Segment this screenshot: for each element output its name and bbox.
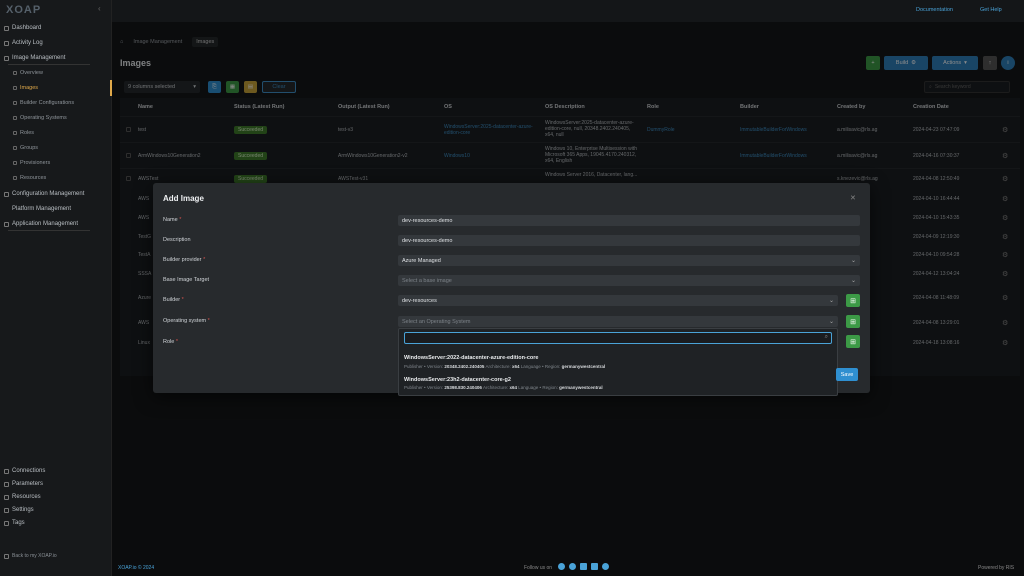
sidebar-subitem-images[interactable]: Images <box>13 82 38 94</box>
sidebar-item-tags[interactable]: Tags <box>4 517 25 529</box>
role-label: Role * <box>163 339 178 345</box>
sidebar-item-image-management[interactable]: Image Management <box>4 52 65 64</box>
chevron-down-icon: ⌄ <box>828 319 834 325</box>
os-option-title[interactable]: WindowsServer:23h2-datacenter-core-g2 <box>404 377 511 383</box>
name-input[interactable]: dev-resources-demo <box>398 215 860 226</box>
sidebar-subitem-overview[interactable]: Overview <box>13 67 43 79</box>
operating-system-select[interactable]: Select an Operating System ⌄ <box>398 316 838 327</box>
linkedin-icon[interactable] <box>580 563 587 570</box>
divider <box>8 230 90 231</box>
close-icon[interactable]: ✕ <box>850 194 856 202</box>
github-icon[interactable] <box>602 563 609 570</box>
sidebar-subitem-provisioners[interactable]: Provisioners <box>13 157 50 169</box>
plus-icon: ⊞ <box>850 297 856 305</box>
description-input[interactable]: dev-resources-demo <box>398 235 860 246</box>
gear-icon <box>4 507 9 513</box>
resources-icon <box>13 176 17 180</box>
modal-title: Add Image <box>163 194 204 203</box>
image-icon <box>4 55 9 61</box>
builder-label: Builder * <box>163 297 184 303</box>
sidebar-subitem-builder-configurations[interactable]: Builder Configurations <box>13 97 74 109</box>
dropdown-search-input[interactable]: ⌕ <box>404 332 832 344</box>
clock-icon <box>4 40 9 46</box>
youtube-icon[interactable] <box>591 563 598 570</box>
save-button[interactable]: Save <box>836 368 858 381</box>
plus-icon: ⊞ <box>850 318 856 326</box>
sidebar-item-configuration-management[interactable]: Configuration Management <box>4 188 84 200</box>
footer-follow: Follow us on <box>524 565 553 571</box>
sidebar-subitem-roles[interactable]: Roles <box>13 127 34 139</box>
divider <box>8 64 90 65</box>
add-role-button[interactable]: ⊞ <box>846 335 860 348</box>
sidebar-item-settings[interactable]: Settings <box>4 504 34 516</box>
sidebar-item-dashboard[interactable]: Dashboard <box>4 22 41 34</box>
name-label: Name * <box>163 217 182 223</box>
description-label: Description <box>163 237 191 243</box>
os-option-title[interactable]: WindowsServer:2022-datacenter-azure-edit… <box>404 355 538 361</box>
back-to-xoap-link[interactable]: Back to my XOAP.io <box>4 550 57 562</box>
get-help-link[interactable]: Get Help <box>980 7 1002 13</box>
builder-provider-label: Builder provider * <box>163 257 206 263</box>
dashboard-icon <box>4 25 9 31</box>
base-image-target-select[interactable]: Select a base image ⌄ <box>398 275 860 286</box>
os-option-meta[interactable]: Publisher • Version: 20348.2402.240405 A… <box>404 364 605 369</box>
plus-icon: ⊞ <box>850 338 856 346</box>
chevron-down-icon: ⌄ <box>850 278 856 284</box>
images-icon <box>13 86 17 90</box>
sidebar-subitem-resources[interactable]: Resources <box>13 172 46 184</box>
chevron-down-icon: ⌄ <box>850 258 856 264</box>
roles-icon <box>13 131 17 135</box>
provisioners-icon <box>13 161 17 165</box>
operating-system-label: Operating system * <box>163 318 210 324</box>
sidebar-item-activity-log[interactable]: Activity Log <box>4 37 43 49</box>
groups-icon <box>13 146 17 150</box>
base-image-target-label: Base Image Target <box>163 277 210 283</box>
sidebar-item-platform-management[interactable]: Platform Management <box>4 203 71 215</box>
os-icon <box>13 116 17 120</box>
sidebar-item-connections[interactable]: Connections <box>4 465 45 477</box>
facebook-icon[interactable] <box>558 563 565 570</box>
search-icon: ⌕ <box>824 334 828 340</box>
documentation-link[interactable]: Documentation <box>916 7 953 13</box>
builder-provider-select[interactable]: Azure Managed ⌄ <box>398 255 860 266</box>
sidebar-subitem-operating-systems[interactable]: Operating Systems <box>13 112 67 124</box>
config-icon <box>4 191 9 197</box>
chevron-down-icon: ⌄ <box>828 298 834 304</box>
overview-icon <box>13 71 17 75</box>
topbar <box>112 0 1024 22</box>
back-icon <box>4 553 9 559</box>
sidebar-item-resources[interactable]: Resources <box>4 491 41 503</box>
os-option-meta[interactable]: Publisher • Version: 25398.830.240406 Ar… <box>404 385 603 390</box>
sidebar-item-parameters[interactable]: Parameters <box>4 478 43 490</box>
add-builder-button[interactable]: ⊞ <box>846 294 860 307</box>
builder-icon <box>13 101 17 105</box>
box-icon <box>4 494 9 500</box>
add-operating-system-button[interactable]: ⊞ <box>846 315 860 328</box>
link-icon <box>4 468 9 474</box>
sidebar-item-application-management[interactable]: Application Management <box>4 218 78 230</box>
footer-powered: Powered by RIS <box>978 565 1015 571</box>
tag-icon <box>4 520 9 526</box>
sidebar-subitem-groups[interactable]: Groups <box>13 142 38 154</box>
apps-icon <box>4 221 9 227</box>
app-logo[interactable]: XOAP <box>6 4 41 16</box>
footer-brand[interactable]: XOAP.io © 2024 <box>118 565 154 571</box>
twitter-icon[interactable] <box>569 563 576 570</box>
collapse-sidebar-icon[interactable]: ‹ <box>98 4 101 13</box>
builder-select[interactable]: dev-resources ⌄ <box>398 295 838 306</box>
sliders-icon <box>4 481 9 487</box>
